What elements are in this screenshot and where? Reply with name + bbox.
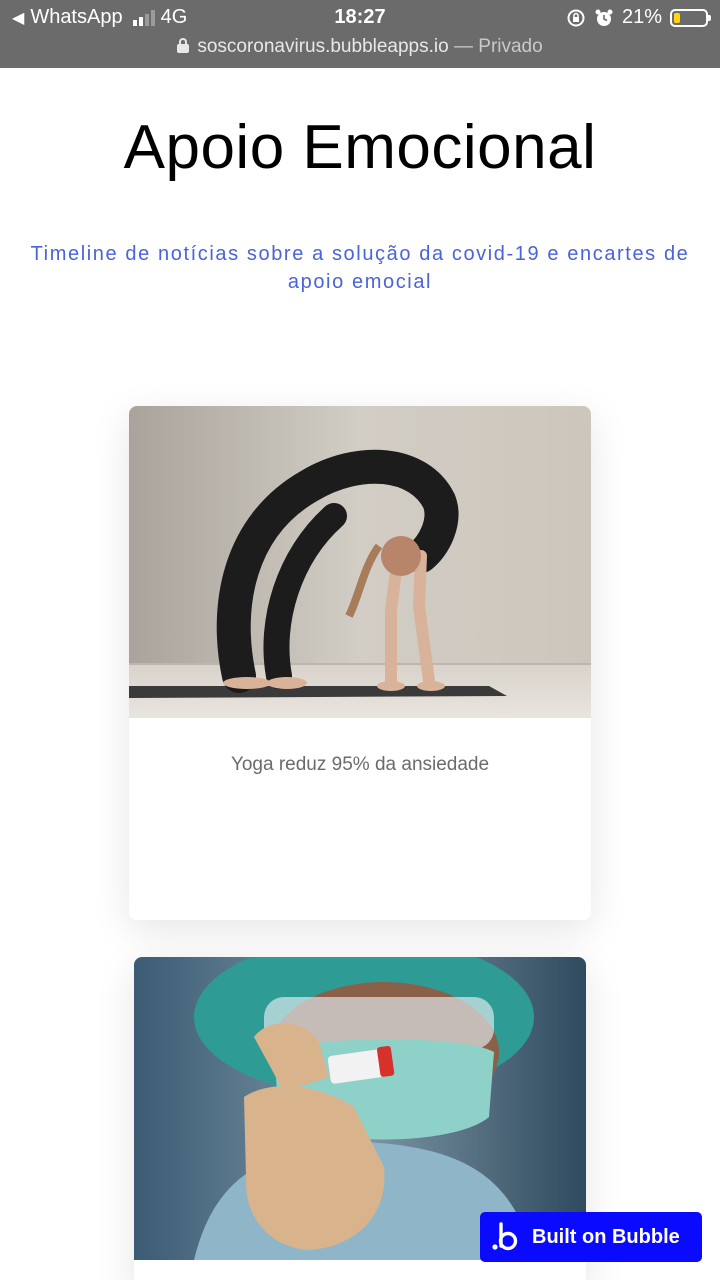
news-card[interactable]: Yoga reduz 95% da ansiedade (129, 406, 591, 920)
rotation-lock-icon (567, 9, 585, 26)
badge-label: Built on Bubble (532, 1225, 680, 1248)
page-title: Apoio Emocional (123, 113, 597, 182)
battery-percent: 21% (621, 6, 662, 28)
status-bar: ◀ WhatsApp 4G 18:27 21% soscoronavirus.b… (0, 0, 720, 68)
bubble-logo-icon (492, 1222, 518, 1251)
url-separator: — (448, 36, 479, 57)
page-subtitle: Timeline de notícias sobre a solução da … (30, 243, 690, 293)
battery-icon (670, 8, 711, 27)
private-mode-label: Privado (478, 36, 543, 57)
url-bar[interactable]: soscoronavirus.bubbleapps.io — Privado (0, 36, 720, 58)
built-on-bubble-badge[interactable]: Built on Bubble (480, 1212, 702, 1262)
lock-icon (177, 38, 190, 53)
url-domain: soscoronavirus.bubbleapps.io (197, 36, 449, 57)
alarm-icon (595, 9, 613, 26)
card-caption: Yoga reduz 95% da ansiedade (230, 754, 490, 775)
yoga-photo (129, 406, 591, 718)
